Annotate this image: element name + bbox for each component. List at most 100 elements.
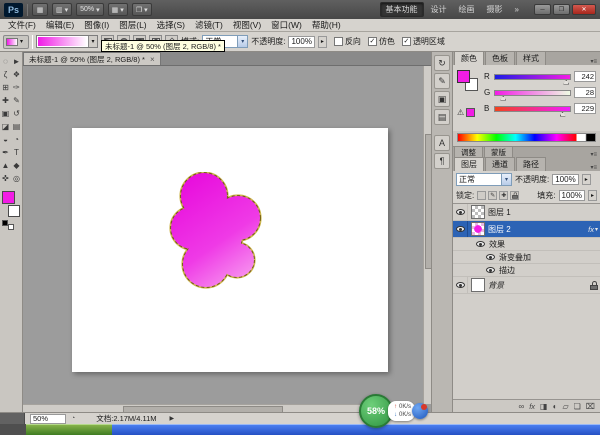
gamut-warning[interactable]: ⚠ bbox=[457, 108, 476, 117]
menu-help[interactable]: 帮助(H) bbox=[307, 19, 346, 31]
downloader-app-icon[interactable] bbox=[412, 403, 429, 419]
menu-window[interactable]: 窗口(W) bbox=[266, 19, 307, 31]
layer-style-icon[interactable]: fx bbox=[529, 402, 535, 411]
green-value-input[interactable]: 28 bbox=[574, 87, 596, 98]
tab-swatches[interactable]: 色板 bbox=[485, 51, 515, 65]
layer-comps-panel-icon[interactable]: ▤ bbox=[434, 109, 450, 125]
lock-all-button[interactable] bbox=[510, 191, 520, 200]
close-button[interactable]: ✕ bbox=[572, 4, 596, 15]
blur-tool[interactable]: ◒ bbox=[0, 133, 11, 146]
red-value-input[interactable]: 242 bbox=[574, 71, 596, 82]
menu-image[interactable]: 图像(I) bbox=[79, 19, 114, 31]
lock-position-button[interactable]: ✚ bbox=[499, 191, 509, 200]
gradient-overlay-label[interactable]: 渐变叠加 bbox=[499, 252, 531, 263]
color-spectrum-ramp[interactable] bbox=[457, 133, 596, 142]
clone-stamp-tool[interactable]: ▣ bbox=[0, 107, 11, 120]
statusbar-menu-arrow[interactable]: ▶ bbox=[170, 415, 175, 422]
layer-row-layer2-selected[interactable]: 图层 2 fx ▾ bbox=[453, 221, 600, 238]
link-layers-icon[interactable]: ∞ bbox=[519, 402, 525, 411]
history-brush-tool[interactable]: ↺ bbox=[11, 107, 22, 120]
dither-checkbox[interactable]: ✓ bbox=[367, 37, 377, 46]
blue-slider[interactable] bbox=[494, 105, 571, 117]
vertical-scrollbar-thumb[interactable] bbox=[425, 133, 431, 269]
blue-slider-thumb[interactable] bbox=[559, 111, 566, 117]
zoom-level-dropdown[interactable]: 50% ▾ bbox=[76, 3, 104, 16]
canvas-viewport[interactable] bbox=[23, 66, 431, 412]
menu-file[interactable]: 文件(F) bbox=[3, 19, 41, 31]
healing-brush-tool[interactable]: ✚ bbox=[0, 94, 11, 107]
gradient-tool[interactable]: ▤ bbox=[11, 120, 22, 133]
stroke-label[interactable]: 描边 bbox=[499, 265, 515, 276]
history-panel-icon[interactable]: ↻ bbox=[434, 55, 450, 71]
document-page[interactable] bbox=[72, 128, 388, 372]
green-slider-thumb[interactable] bbox=[500, 95, 507, 101]
effects-label[interactable]: 效果 bbox=[489, 239, 505, 250]
paragraph-panel-icon[interactable]: ¶ bbox=[434, 153, 450, 169]
layer-row-background[interactable]: 背景 bbox=[453, 277, 600, 294]
layers-opacity-spinner[interactable]: ▸ bbox=[581, 174, 591, 185]
layer-style-badge[interactable]: fx ▾ bbox=[588, 225, 598, 234]
magenta-blob-shape[interactable] bbox=[166, 172, 267, 291]
pen-tool[interactable]: ✒ bbox=[0, 146, 11, 159]
lasso-tool[interactable]: ζ bbox=[0, 68, 11, 81]
workspace-design-button[interactable]: 设计 bbox=[426, 3, 452, 16]
screen-mode-button[interactable]: ❐ ▾ bbox=[131, 3, 152, 16]
menu-view[interactable]: 视图(V) bbox=[228, 19, 266, 31]
transparency-checkbox[interactable]: ✓ bbox=[401, 37, 411, 46]
fill-input[interactable]: 100% bbox=[558, 190, 585, 201]
adjustment-layer-icon[interactable]: ◐ bbox=[553, 402, 558, 411]
blue-value-input[interactable]: 229 bbox=[574, 103, 596, 114]
statusbar-zoom-input[interactable]: 50% bbox=[30, 413, 66, 424]
workspace-painting-button[interactable]: 绘画 bbox=[454, 3, 480, 16]
quick-selection-tool[interactable]: ❖ bbox=[11, 68, 22, 81]
stroke-effect-row[interactable]: 描边 bbox=[453, 264, 600, 277]
visibility-toggle[interactable] bbox=[453, 221, 468, 237]
download-speed-overlay[interactable]: 58% ↑ 0K/s ↓ 0K/s bbox=[359, 394, 429, 428]
restore-button[interactable]: ❐ bbox=[553, 4, 570, 15]
launch-bridge-button[interactable]: ▦ bbox=[32, 3, 48, 16]
layer2-thumbnail[interactable] bbox=[471, 222, 485, 236]
visibility-toggle[interactable] bbox=[453, 204, 468, 220]
gradient-overlay-visibility-toggle[interactable] bbox=[484, 254, 496, 260]
shape-tool[interactable]: ◆ bbox=[11, 159, 22, 172]
foreground-color-swatch[interactable] bbox=[2, 191, 15, 204]
lock-transparency-button[interactable] bbox=[477, 191, 487, 200]
tab-color[interactable]: 颜色 bbox=[454, 51, 484, 65]
menu-select[interactable]: 选择(S) bbox=[152, 19, 190, 31]
layer-name[interactable]: 图层 2 bbox=[488, 224, 511, 235]
gradient-preview-picker[interactable]: ▾ bbox=[36, 35, 98, 48]
opacity-spinner[interactable]: ▸ bbox=[317, 35, 327, 48]
eyedropper-tool[interactable]: ✑ bbox=[11, 81, 22, 94]
reverse-checkbox[interactable] bbox=[333, 37, 343, 46]
view-extras-button[interactable]: ▥ ▾ bbox=[52, 3, 73, 16]
background-thumbnail[interactable] bbox=[471, 278, 485, 292]
lock-paint-button[interactable]: ✎ bbox=[488, 191, 498, 200]
brush-panel-icon[interactable]: ✎ bbox=[434, 73, 450, 89]
rectangular-marquee-tool[interactable]: ◌ bbox=[0, 55, 11, 68]
character-panel-icon[interactable]: A bbox=[434, 135, 450, 151]
red-slider-thumb[interactable] bbox=[563, 79, 570, 85]
red-slider[interactable] bbox=[494, 73, 571, 85]
eraser-tool[interactable]: ◪ bbox=[0, 120, 11, 133]
dodge-tool[interactable]: ◔ bbox=[11, 133, 22, 146]
workspace-more-button[interactable]: » bbox=[510, 4, 524, 15]
panel-menu-icon[interactable]: ▾≡ bbox=[587, 151, 600, 158]
minimize-button[interactable]: ─ bbox=[534, 4, 551, 15]
effects-header-row[interactable]: 效果 bbox=[453, 238, 600, 251]
vertical-scrollbar[interactable] bbox=[423, 66, 431, 404]
background-color-swatch[interactable] bbox=[8, 205, 20, 217]
layer-row-layer1[interactable]: 图层 1 bbox=[453, 204, 600, 221]
layer1-thumbnail[interactable] bbox=[471, 205, 485, 219]
tab-styles[interactable]: 样式 bbox=[516, 51, 546, 65]
menu-layer[interactable]: 图层(L) bbox=[114, 19, 151, 31]
arrange-documents-button[interactable]: ▦ ▾ bbox=[107, 3, 128, 16]
panel-foreground-swatch[interactable] bbox=[457, 70, 470, 83]
move-tool[interactable]: ► bbox=[11, 55, 22, 68]
tab-paths[interactable]: 路径 bbox=[516, 157, 546, 171]
workspace-essentials-button[interactable]: 基本功能 bbox=[379, 2, 424, 17]
panel-menu-icon[interactable]: ▾≡ bbox=[587, 58, 600, 65]
layer-name[interactable]: 图层 1 bbox=[488, 207, 511, 218]
fill-spinner[interactable]: ▸ bbox=[588, 190, 597, 201]
stroke-visibility-toggle[interactable] bbox=[484, 267, 496, 273]
green-slider[interactable] bbox=[494, 89, 571, 101]
